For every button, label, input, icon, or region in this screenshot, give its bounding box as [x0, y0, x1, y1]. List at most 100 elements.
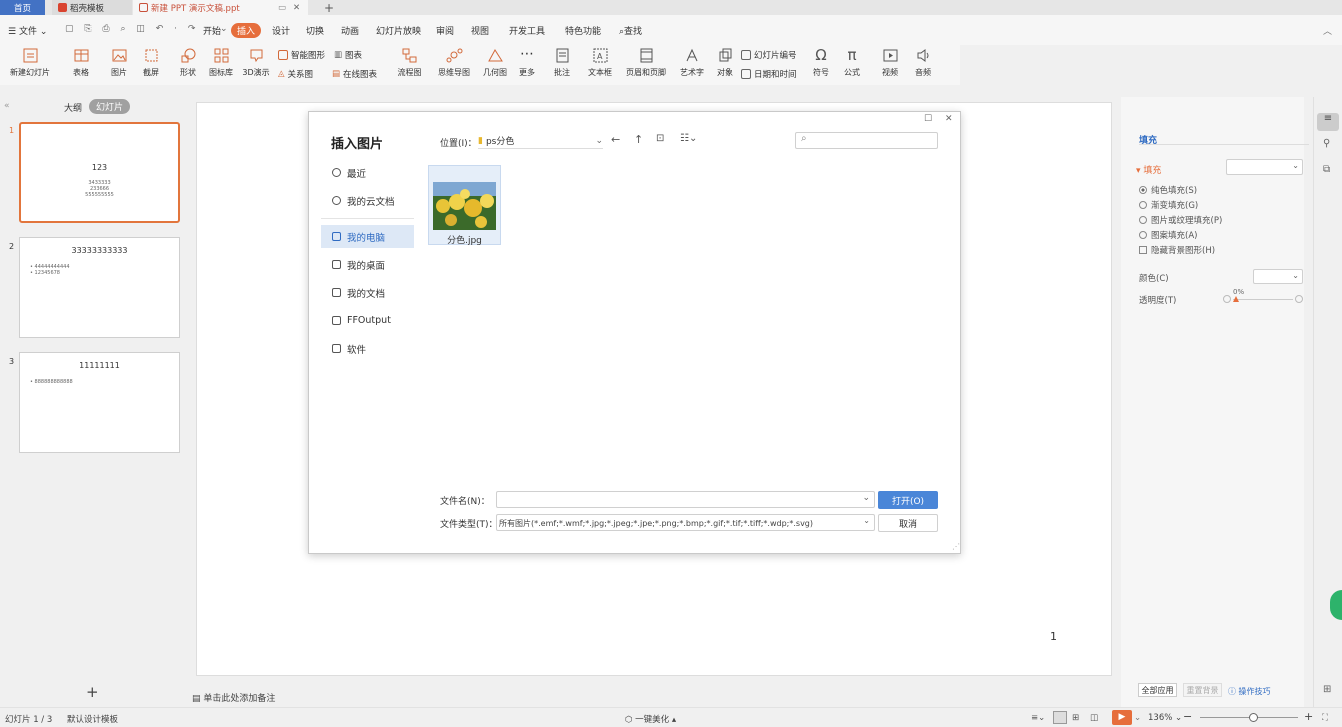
- resize-grip-icon[interactable]: ⋰: [952, 542, 960, 551]
- hide-background-checkbox[interactable]: 隐藏背景图形(H): [1139, 244, 1215, 256]
- tab-template[interactable]: 稻壳模板: [52, 0, 132, 15]
- nav-my-computer[interactable]: 我的电脑: [321, 225, 414, 248]
- cancel-button[interactable]: 取消: [878, 514, 938, 532]
- slide-thumbnail-3[interactable]: 11111111 • 888888888888: [19, 352, 180, 453]
- more-button[interactable]: ⋯ 更多: [515, 45, 539, 85]
- audio-button[interactable]: 音频: [911, 45, 935, 85]
- nav-recent[interactable]: 最近: [321, 161, 414, 184]
- assistant-bubble[interactable]: [1330, 590, 1342, 620]
- menu-review[interactable]: 审阅: [436, 24, 454, 37]
- menu-developer[interactable]: 开发工具: [509, 24, 545, 37]
- menu-search[interactable]: ⌕查找: [619, 24, 642, 37]
- minus-icon[interactable]: [1223, 295, 1231, 303]
- tips-link[interactable]: ⓘ 操作技巧: [1228, 686, 1271, 697]
- relation-button[interactable]: ◬ 关系图: [278, 68, 313, 80]
- play-options-icon[interactable]: ⌄: [1134, 713, 1141, 723]
- add-slide-button[interactable]: +: [86, 683, 99, 701]
- textbox-button[interactable]: A 文本框: [585, 45, 615, 85]
- online-chart-button[interactable]: ▤ 在线图表: [332, 68, 377, 80]
- option-picture-fill[interactable]: 图片或纹理填充(P): [1139, 214, 1222, 226]
- tab-slides[interactable]: 幻灯片: [89, 99, 131, 114]
- open-button[interactable]: 打开(O): [878, 491, 938, 509]
- nav-documents[interactable]: 我的文档: [321, 281, 414, 304]
- pin-icon[interactable]: ⚲: [1323, 138, 1330, 149]
- nav-cloud-docs[interactable]: 我的云文档: [321, 189, 414, 212]
- notes-area[interactable]: ▤ 单击此处添加备注: [192, 691, 275, 704]
- flowchart-button[interactable]: 流程图: [393, 45, 426, 85]
- menu-file[interactable]: ☰ 文件 ⌄: [8, 24, 47, 37]
- zoom-level[interactable]: 136% ⌄: [1148, 713, 1182, 723]
- search-field[interactable]: ⌕: [795, 132, 938, 149]
- header-footer-button[interactable]: 页眉和页脚: [625, 45, 667, 85]
- zoom-slider-thumb[interactable]: [1249, 713, 1258, 722]
- zoom-in-icon[interactable]: +: [1304, 710, 1313, 723]
- play-icon[interactable]: ▶: [1112, 710, 1132, 725]
- table-button[interactable]: 表格: [67, 45, 95, 85]
- menu-animation[interactable]: 动画: [341, 24, 359, 37]
- tab-outline[interactable]: 大纲: [64, 101, 82, 114]
- normal-view-icon[interactable]: [1053, 711, 1067, 724]
- option-solid-fill[interactable]: 纯色填充(S): [1139, 184, 1197, 196]
- fit-window-icon[interactable]: ⛶: [1322, 713, 1328, 723]
- slider-thumb[interactable]: [1233, 296, 1239, 302]
- up-icon[interactable]: ↑: [634, 133, 643, 146]
- reading-view-icon[interactable]: ◫: [1090, 713, 1098, 723]
- reset-background-button[interactable]: 重置背景: [1183, 683, 1222, 697]
- menu-design[interactable]: 设计: [272, 24, 290, 37]
- tab-document[interactable]: 新建 PPT 演示文稿.ppt ▭ ✕: [133, 0, 308, 15]
- picture-button[interactable]: 图片: [106, 45, 132, 85]
- mindmap-button[interactable]: 思维导图: [433, 45, 475, 85]
- tab-pin-icon[interactable]: ▭: [278, 3, 286, 13]
- filename-input[interactable]: ⌄: [496, 491, 875, 508]
- filetype-select[interactable]: 所有图片(*.emf;*.wmf;*.jpg;*.jpeg;*.jpe;*.pn…: [496, 514, 875, 531]
- chart-button[interactable]: ▥ 图表: [334, 49, 362, 61]
- formula-button[interactable]: π 公式: [840, 45, 864, 85]
- collapse-ribbon-icon[interactable]: ︿: [1323, 24, 1332, 37]
- new-folder-icon[interactable]: ⊡: [656, 133, 664, 144]
- comment-button[interactable]: 批注: [551, 45, 573, 85]
- new-tab-button[interactable]: +: [318, 0, 334, 15]
- symbol-button[interactable]: Ω 符号: [809, 45, 833, 85]
- close-icon[interactable]: ✕: [945, 114, 953, 124]
- wordart-button[interactable]: 艺术字: [676, 45, 708, 85]
- plus-icon[interactable]: [1295, 295, 1303, 303]
- menu-insert[interactable]: 插入: [231, 23, 262, 38]
- 3d-demo-button[interactable]: 3D演示: [241, 45, 271, 85]
- smart-shape-button[interactable]: 智能图形: [278, 49, 325, 61]
- nav-software[interactable]: 软件: [321, 337, 414, 360]
- option-pattern-fill[interactable]: 图案填充(A): [1139, 229, 1197, 241]
- menu-special[interactable]: 特色功能: [565, 24, 601, 37]
- nav-desktop[interactable]: 我的桌面: [321, 253, 414, 276]
- back-icon[interactable]: ←: [611, 133, 620, 146]
- maximize-icon[interactable]: ☐: [924, 114, 932, 124]
- screenshot-button[interactable]: 截屏: [138, 45, 164, 85]
- tab-home[interactable]: 首页: [0, 0, 45, 15]
- sorter-view-icon[interactable]: ⊞: [1072, 713, 1079, 723]
- menu-view[interactable]: 视图: [471, 24, 489, 37]
- fill-section-title[interactable]: ▾ 填充: [1136, 163, 1161, 176]
- slide-number-button[interactable]: 幻灯片编号: [741, 49, 797, 61]
- slide-thumbnail-1[interactable]: 123 3433333 233666 555555555: [19, 122, 180, 223]
- slide-thumbnail-2[interactable]: 33333333333 • 44444444444 • 12345678: [19, 237, 180, 338]
- location-select[interactable]: ▮ ps分色 ⌄: [478, 133, 603, 149]
- shape-button[interactable]: 形状: [175, 45, 201, 85]
- collapse-panel-icon[interactable]: «: [4, 101, 10, 111]
- grid-icon[interactable]: ⊞: [1323, 684, 1331, 695]
- copy-icon[interactable]: ⧉: [1323, 164, 1330, 175]
- view-mode-icon[interactable]: ☷⌄: [680, 133, 697, 144]
- apply-all-button[interactable]: 全部应用: [1138, 683, 1177, 697]
- option-gradient-fill[interactable]: 渐变填充(G): [1139, 199, 1198, 211]
- fill-type-select[interactable]: ⌄: [1226, 159, 1303, 175]
- beautify-button[interactable]: ⬡ 一键美化 ▴: [625, 713, 676, 725]
- properties-icon[interactable]: ≡: [1317, 113, 1339, 131]
- object-button[interactable]: 对象: [714, 45, 736, 85]
- menu-start[interactable]: 开始: [203, 24, 221, 37]
- color-picker[interactable]: ⌄: [1253, 269, 1303, 284]
- menu-slideshow[interactable]: 幻灯片放映: [376, 24, 421, 37]
- geometry-button[interactable]: 几何图: [481, 45, 509, 85]
- video-button[interactable]: 视频: [878, 45, 902, 85]
- file-item[interactable]: 分色.jpg: [428, 165, 501, 246]
- zoom-out-icon[interactable]: −: [1183, 710, 1192, 723]
- menu-transition[interactable]: 切换: [306, 24, 324, 37]
- new-slide-button[interactable]: 新建幻灯片: [5, 45, 55, 85]
